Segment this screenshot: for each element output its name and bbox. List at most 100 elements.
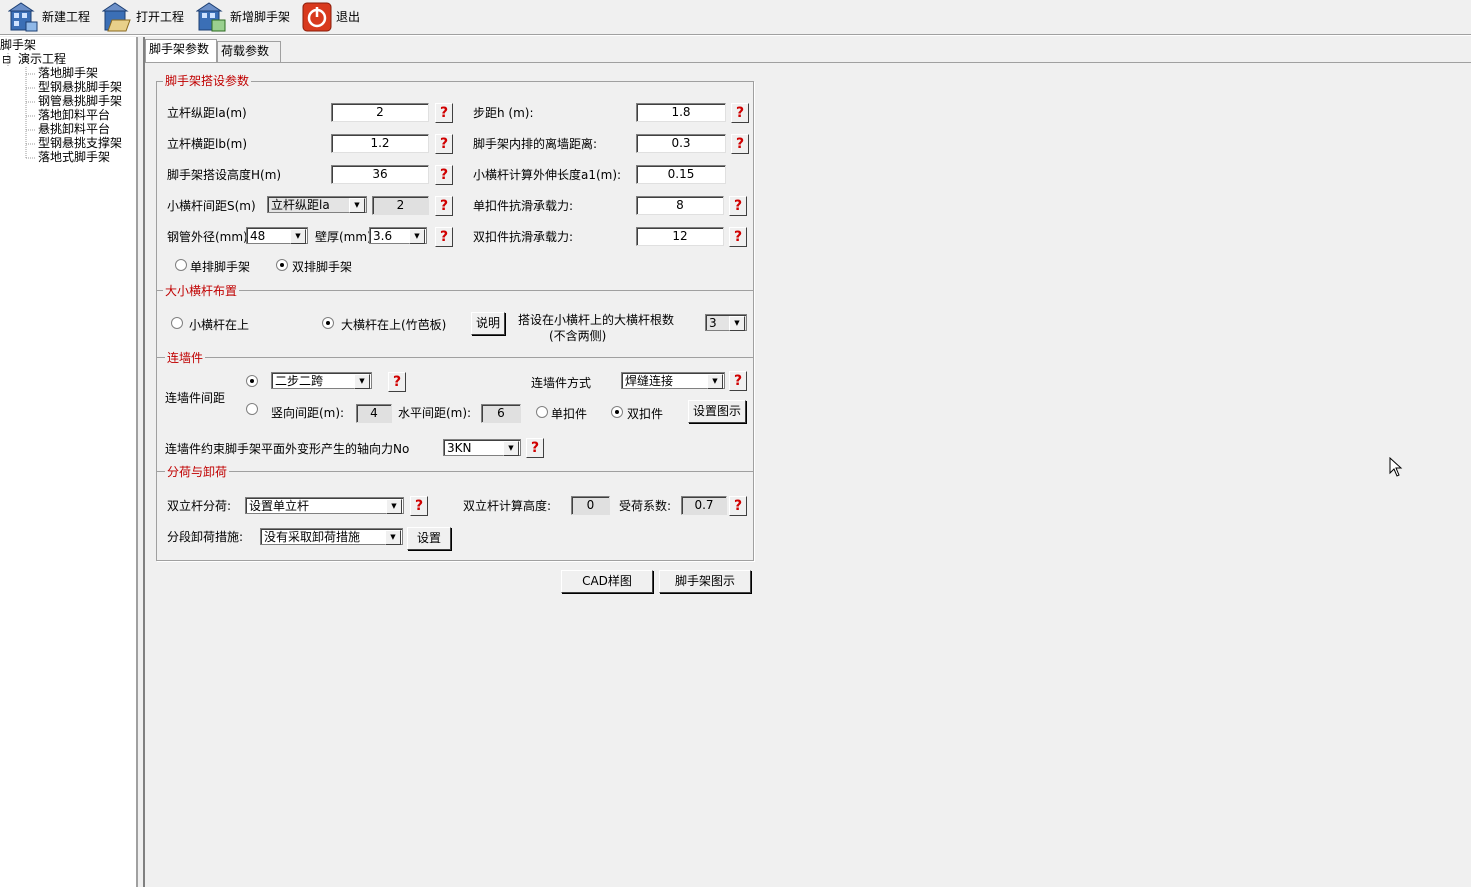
small-bar-spacing-label: 小横杆间距S(m) — [167, 199, 256, 213]
horizontal-spacing-input[interactable]: 6 — [481, 404, 521, 423]
new-project-button[interactable]: 新建工程 — [7, 0, 91, 32]
tie-spacing-select[interactable]: 二步二跨 ▼ — [271, 372, 372, 389]
tree-item-1[interactable]: 落地脚手架 — [38, 67, 98, 80]
help-icon[interactable]: ? — [729, 196, 747, 216]
la-input[interactable]: 2 — [331, 103, 429, 122]
setup-diagram-button[interactable]: 设置图示 — [688, 400, 746, 423]
project-tree[interactable]: 脚手架 ⊟ 演示工程 落地脚手架 型钢悬挑脚手架 钢管悬挑脚手架 落地卸料平台 … — [0, 37, 138, 887]
tree-collapse-toggle[interactable]: ⊟ — [2, 53, 11, 66]
bar-count-select[interactable]: 3 ▼ — [705, 314, 747, 331]
double-fastener-input[interactable]: 12 — [636, 227, 724, 246]
unload-select[interactable]: 没有采取卸荷措施 ▼ — [260, 528, 403, 545]
double-clip-label: 双扣件 — [627, 407, 664, 421]
help-icon[interactable]: ? — [435, 196, 453, 216]
help-icon[interactable]: ? — [729, 496, 747, 516]
wall-thickness-select[interactable]: 3.6 ▼ — [369, 227, 427, 244]
single-clip-radio[interactable] — [536, 406, 548, 418]
help-icon[interactable]: ? — [731, 134, 749, 154]
big-bar-top-radio[interactable] — [322, 317, 334, 329]
help-icon[interactable]: ? — [435, 165, 453, 185]
add-scaffold-button[interactable]: 新增脚手架 — [195, 0, 290, 32]
tree-item-3[interactable]: 钢管悬挑脚手架 — [38, 95, 122, 108]
help-icon[interactable]: ? — [526, 438, 544, 458]
unload-select-value: 没有采取卸荷措施 — [264, 530, 361, 544]
chevron-down-icon[interactable]: ▼ — [503, 441, 519, 456]
bar-count-label-1: 搭设在小横杆上的大横杆根数 — [518, 313, 675, 327]
tree-project[interactable]: 演示工程 — [18, 53, 66, 66]
help-icon[interactable]: ? — [435, 134, 453, 154]
tie-spacing-select-value: 二步二跨 — [275, 374, 324, 388]
toolbar-divider — [0, 35, 1471, 36]
new-project-label: 新建工程 — [42, 9, 91, 24]
double-row-label: 双排脚手架 — [292, 260, 353, 274]
small-bar-spacing-input[interactable]: 2 — [372, 196, 429, 215]
tie-spacing-custom-radio[interactable] — [246, 403, 258, 415]
bar-count-select-value: 3 — [709, 316, 717, 330]
help-icon[interactable]: ? — [435, 103, 453, 123]
small-bar-top-label: 小横杆在上 — [189, 318, 250, 332]
help-icon[interactable]: ? — [410, 496, 428, 516]
load-coef-label: 受荷系数: — [619, 499, 672, 513]
tree-item-5[interactable]: 悬挑卸料平台 — [38, 123, 110, 136]
double-fastener-label: 双扣件抗滑承载力: — [473, 230, 574, 244]
load-split-select[interactable]: 设置单立杆 ▼ — [245, 497, 404, 514]
tie-method-select[interactable]: 焊缝连接 ▼ — [621, 372, 725, 389]
axial-force-select-value: 3KN — [447, 441, 472, 455]
section-divider — [156, 357, 753, 358]
help-icon[interactable]: ? — [729, 371, 747, 391]
tie-method-select-value: 焊缝连接 — [625, 374, 674, 388]
inner-distance-input[interactable]: 0.3 — [636, 134, 726, 153]
small-bar-spacing-select[interactable]: 立杆纵距la ▼ — [267, 196, 367, 213]
pipe-diameter-select[interactable]: 48 ▼ — [246, 227, 308, 244]
help-icon[interactable]: ? — [731, 103, 749, 123]
small-bar-top-radio[interactable] — [171, 317, 183, 329]
step-input[interactable]: 1.8 — [636, 103, 726, 122]
chevron-down-icon[interactable]: ▼ — [409, 229, 425, 244]
tie-spacing-preset-radio[interactable] — [246, 375, 258, 387]
double-row-radio[interactable] — [276, 259, 288, 271]
help-icon[interactable]: ? — [435, 227, 453, 247]
vertical-spacing-input[interactable]: 4 — [356, 404, 392, 423]
single-fastener-input[interactable]: 8 — [636, 196, 724, 215]
a1-input[interactable]: 0.15 — [636, 165, 726, 184]
unload-setup-button[interactable]: 设置 — [407, 527, 451, 550]
open-project-label: 打开工程 — [136, 9, 185, 24]
new-project-icon — [7, 2, 38, 32]
load-coef-input[interactable]: 0.7 — [681, 496, 727, 515]
horizontal-spacing-label: 水平间距(m): — [398, 406, 472, 420]
help-icon[interactable]: ? — [729, 227, 747, 247]
tree-item-2[interactable]: 型钢悬挑脚手架 — [38, 81, 122, 94]
cad-drawing-button[interactable]: CAD样图 — [561, 570, 653, 593]
chevron-down-icon[interactable]: ▼ — [729, 316, 745, 331]
lb-label: 立杆横距lb(m) — [167, 137, 248, 151]
tree-item-6[interactable]: 型钢悬挑支撑架 — [38, 137, 122, 150]
section-title-wall-ties: 连墙件 — [165, 349, 206, 366]
exit-button[interactable]: 退出 — [302, 0, 360, 32]
small-bar-spacing-select-value: 立杆纵距la — [271, 198, 330, 212]
double-clip-radio[interactable] — [611, 406, 623, 418]
help-icon[interactable]: ? — [388, 372, 406, 392]
scaffold-diagram-button[interactable]: 脚手架图示 — [659, 570, 751, 593]
chevron-down-icon[interactable]: ▼ — [290, 229, 306, 244]
axial-force-select[interactable]: 3KN ▼ — [443, 439, 521, 456]
chevron-down-icon[interactable]: ▼ — [385, 530, 401, 545]
chevron-down-icon[interactable]: ▼ — [386, 499, 402, 514]
chevron-down-icon[interactable]: ▼ — [354, 374, 370, 389]
power-icon — [302, 2, 332, 32]
calc-height-input[interactable]: 0 — [571, 496, 610, 515]
chevron-down-icon[interactable]: ▼ — [349, 198, 365, 213]
tree-item-4[interactable]: 落地卸料平台 — [38, 109, 110, 122]
explain-button[interactable]: 说明 — [471, 312, 505, 335]
tree-item-7[interactable]: 落地式脚手架 — [38, 151, 110, 164]
unload-label: 分段卸荷措施: — [167, 530, 244, 544]
open-project-button[interactable]: 打开工程 — [101, 0, 185, 32]
lb-input[interactable]: 1.2 — [331, 134, 429, 153]
height-input[interactable]: 36 — [331, 165, 429, 184]
section-title-bars: 大小横杆布置 — [163, 282, 240, 299]
tab-load-params[interactable]: 荷载参数 — [217, 41, 281, 63]
chevron-down-icon[interactable]: ▼ — [707, 374, 723, 389]
exit-label: 退出 — [336, 9, 361, 24]
tab-scaffold-params[interactable]: 脚手架参数 — [145, 39, 217, 63]
height-label: 脚手架搭设高度H(m) — [167, 168, 282, 182]
single-row-radio[interactable] — [175, 259, 187, 271]
